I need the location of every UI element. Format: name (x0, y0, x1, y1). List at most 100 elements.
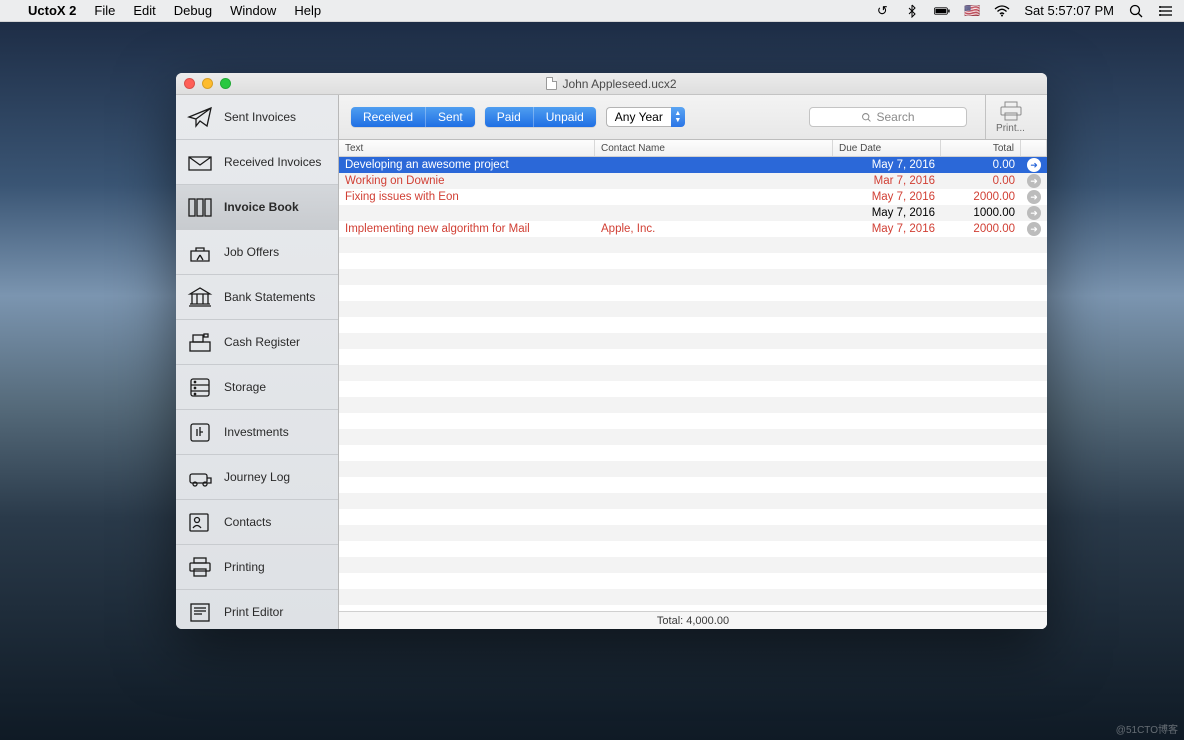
sidebar-item-print-editor[interactable]: Print Editor (176, 590, 338, 629)
table-row (339, 349, 1047, 365)
column-due[interactable]: Due Date (833, 140, 941, 156)
notification-center-icon[interactable] (1158, 3, 1174, 19)
bluetooth-icon[interactable] (904, 3, 920, 19)
menubar-edit[interactable]: Edit (133, 3, 155, 18)
cell-arrow[interactable]: ➜ (1021, 206, 1047, 220)
journey-log-icon (186, 465, 214, 489)
table-row (339, 557, 1047, 573)
sidebar-item-bank-statements[interactable]: Bank Statements (176, 275, 338, 320)
window-minimize-button[interactable] (202, 78, 213, 89)
app-window: John Appleseed.ucx2 Sent Invoices Receive… (176, 73, 1047, 629)
menubar-help[interactable]: Help (294, 3, 321, 18)
table-row (339, 301, 1047, 317)
sidebar-item-printing[interactable]: Printing (176, 545, 338, 590)
window-zoom-button[interactable] (220, 78, 231, 89)
toolbar: Received Sent Paid Unpaid Any Year ▲▼ Se… (339, 95, 1047, 140)
table-row[interactable]: Implementing new algorithm for MailApple… (339, 221, 1047, 237)
year-select[interactable]: Any Year (606, 107, 671, 127)
table-row (339, 317, 1047, 333)
received-invoices-icon (186, 150, 214, 174)
search-input[interactable]: Search (809, 107, 967, 127)
column-contact[interactable]: Contact Name (595, 140, 833, 156)
flag-icon[interactable]: 🇺🇸 (964, 3, 980, 19)
cell-text: Working on Downie (339, 175, 595, 187)
sidebar-item-journey-log[interactable]: Journey Log (176, 455, 338, 500)
printer-icon (1000, 101, 1022, 121)
menubar-debug[interactable]: Debug (174, 3, 212, 18)
cell-arrow[interactable]: ➜ (1021, 190, 1047, 204)
cell-arrow[interactable]: ➜ (1021, 174, 1047, 188)
table-row[interactable]: May 7, 20161000.00➜ (339, 205, 1047, 221)
sidebar-item-cash-register[interactable]: Cash Register (176, 320, 338, 365)
sidebar-item-label: Received Invoices (224, 155, 321, 169)
battery-icon[interactable] (934, 3, 950, 19)
sidebar: Sent Invoices Received Invoices Invoice Bo… (176, 95, 339, 629)
wifi-icon[interactable] (994, 3, 1010, 19)
table-row (339, 509, 1047, 525)
cell-due: Mar 7, 2016 (833, 175, 941, 187)
column-total[interactable]: Total (941, 140, 1021, 156)
cell-due: May 7, 2016 (833, 223, 941, 235)
sidebar-item-invoice-book[interactable]: Invoice Book (176, 185, 338, 230)
table-row (339, 573, 1047, 589)
arrow-right-icon: ➜ (1027, 190, 1041, 204)
table-row (339, 445, 1047, 461)
spotlight-icon[interactable] (1128, 3, 1144, 19)
table-body: Developing an awesome projectMay 7, 2016… (339, 157, 1047, 611)
invoice-book-icon (186, 195, 214, 219)
cell-due: May 7, 2016 (833, 191, 941, 203)
seg-sent[interactable]: Sent (426, 107, 475, 127)
table-row (339, 237, 1047, 253)
seg-received[interactable]: Received (351, 107, 426, 127)
sidebar-item-contacts[interactable]: Contacts (176, 500, 338, 545)
table-row[interactable]: Developing an awesome projectMay 7, 2016… (339, 157, 1047, 173)
print-label: Print... (996, 123, 1025, 134)
table-row[interactable]: Fixing issues with Eon May 7, 20162000.00… (339, 189, 1047, 205)
sidebar-item-job-offers[interactable]: Job Offers (176, 230, 338, 275)
job-offers-icon (186, 240, 214, 264)
window-close-button[interactable] (184, 78, 195, 89)
cell-total: 1000.00 (941, 207, 1021, 219)
cell-due: May 7, 2016 (833, 207, 941, 219)
sidebar-item-storage[interactable]: Storage (176, 365, 338, 410)
print-button[interactable]: Print... (985, 95, 1035, 139)
search-placeholder: Search (876, 110, 914, 124)
sidebar-item-label: Sent Invoices (224, 110, 296, 124)
menubar-window[interactable]: Window (230, 3, 276, 18)
printing-icon (186, 555, 214, 579)
seg-unpaid[interactable]: Unpaid (534, 107, 596, 127)
year-stepper[interactable]: ▲▼ (671, 107, 685, 127)
seg-paid[interactable]: Paid (485, 107, 534, 127)
table-row (339, 525, 1047, 541)
menubar-app-name[interactable]: UctoX 2 (28, 3, 76, 18)
storage-icon (186, 375, 214, 399)
cell-total: 2000.00 (941, 191, 1021, 203)
cell-due: May 7, 2016 (833, 159, 941, 171)
sidebar-item-label: Contacts (224, 515, 271, 529)
segmented-paid-unpaid: Paid Unpaid (485, 107, 596, 127)
macos-menubar: UctoX 2 File Edit Debug Window Help ↺ 🇺🇸… (0, 0, 1184, 22)
table-row (339, 397, 1047, 413)
table-row (339, 253, 1047, 269)
table-row (339, 269, 1047, 285)
menubar-file[interactable]: File (94, 3, 115, 18)
sidebar-item-sent-invoices[interactable]: Sent Invoices (176, 95, 338, 140)
sidebar-item-received-invoices[interactable]: Received Invoices (176, 140, 338, 185)
table-row (339, 365, 1047, 381)
sidebar-item-investments[interactable]: Investments (176, 410, 338, 455)
column-text[interactable]: Text (339, 140, 595, 156)
cell-total: 0.00 (941, 159, 1021, 171)
menubar-clock[interactable]: Sat 5:57:07 PM (1024, 3, 1114, 18)
table-row (339, 541, 1047, 557)
sidebar-item-label: Journey Log (224, 470, 290, 484)
cell-text: Implementing new algorithm for Mail (339, 223, 595, 235)
cell-arrow[interactable]: ➜ (1021, 158, 1047, 172)
window-titlebar[interactable]: John Appleseed.ucx2 (176, 73, 1047, 95)
timemachine-icon[interactable]: ↺ (874, 3, 890, 19)
table-header: Text Contact Name Due Date Total (339, 140, 1047, 157)
cell-contact: Apple, Inc. (595, 223, 833, 235)
table-row[interactable]: Working on DownieMar 7, 20160.00➜ (339, 173, 1047, 189)
cell-arrow[interactable]: ➜ (1021, 222, 1047, 236)
sidebar-item-label: Investments (224, 425, 289, 439)
cell-text: Fixing issues with Eon (339, 191, 595, 203)
